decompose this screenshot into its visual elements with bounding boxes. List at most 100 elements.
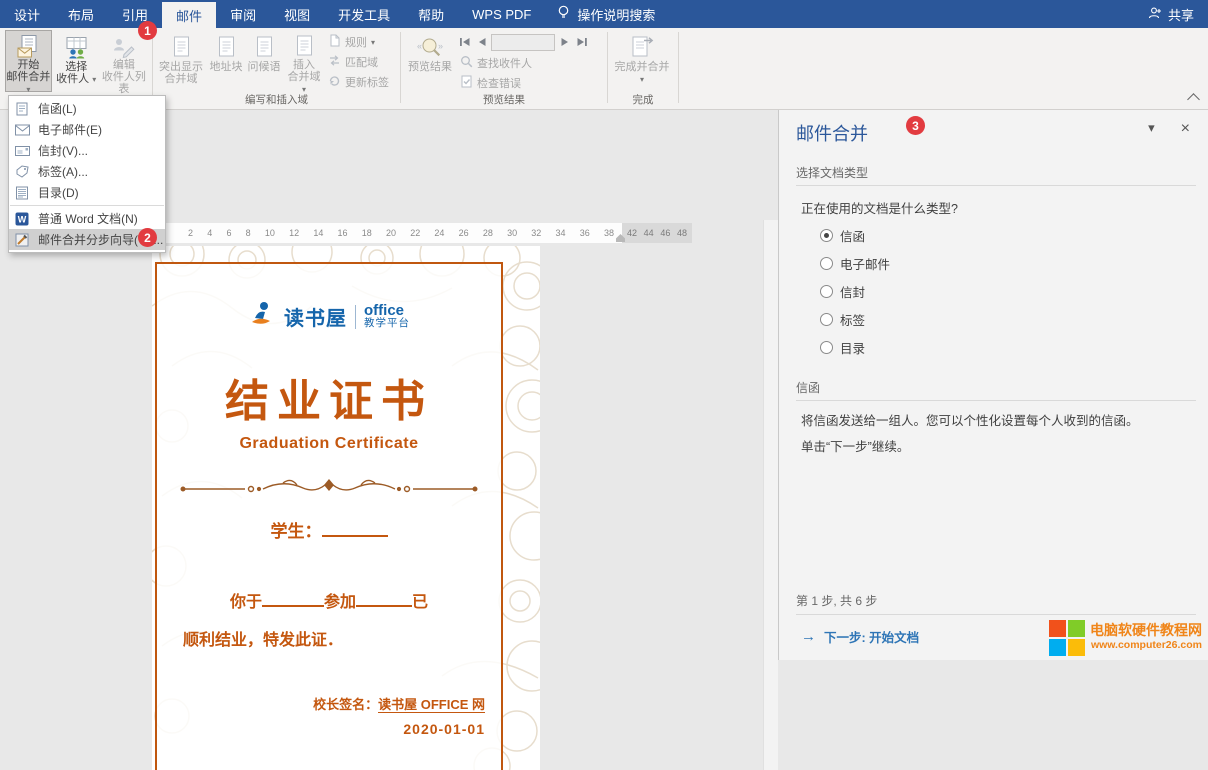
pane-close-icon[interactable]: × (1181, 120, 1190, 138)
find-recipient-button[interactable]: 查找收件人 (457, 53, 589, 73)
edit-recipient-list-button[interactable]: 编辑 收件人列表 (98, 30, 150, 92)
ruler-number: 24 (434, 228, 444, 238)
start-mail-merge-button[interactable]: 开始 邮件合并 ▾ (5, 30, 52, 92)
document-page[interactable]: 读书屋 office 教学平台 结业证书 Graduation Certific… (152, 246, 540, 770)
menu-item-letters[interactable]: 信函(L) (9, 98, 165, 119)
finish-merge-button[interactable]: 完成并合并 ▾ (613, 30, 671, 92)
last-record-button[interactable] (574, 34, 589, 50)
tab-view[interactable]: 视图 (270, 0, 324, 28)
tab-mailings[interactable]: 邮件 (162, 2, 216, 28)
ruler-number: 38 (604, 228, 614, 238)
update-labels-label: 更新标签 (345, 74, 389, 90)
insert-merge-field-label: 插入 (293, 59, 315, 71)
tab-layout[interactable]: 布局 (54, 0, 108, 28)
menu-separator (10, 205, 164, 206)
student-label: 学生： (271, 522, 322, 541)
ruler-number: 6 (226, 228, 231, 238)
brand-name: 读书屋 (284, 302, 347, 331)
radio-option-labels[interactable]: 标签 (820, 310, 1196, 329)
brand-office: office (364, 305, 410, 317)
share-button[interactable]: 共享 (1148, 0, 1194, 28)
radio-button (820, 257, 833, 270)
address-block-button[interactable]: 地址块 (207, 30, 245, 92)
menu-item-normal-word-document[interactable]: W 普通 Word 文档(N) (9, 208, 165, 229)
lightbulb-icon (557, 5, 570, 23)
start-mail-merge-icon (16, 34, 41, 59)
tab-developer[interactable]: 开发工具 (324, 0, 404, 28)
radio-button (820, 341, 833, 354)
pane-options-chevron-icon[interactable]: ▾ (1148, 120, 1155, 138)
certificate-subtitle: Graduation Certificate (155, 435, 503, 453)
radio-option-letters[interactable]: 信函 (820, 226, 1196, 245)
letter-icon (14, 101, 30, 117)
record-number-input[interactable] (491, 34, 555, 51)
menu-item-envelopes[interactable]: 信封(V)... (9, 140, 165, 161)
wizard-step-indicator: 第 1 步, 共 6 步 (796, 592, 1196, 615)
rules-icon (328, 34, 341, 50)
labels-icon (14, 164, 30, 180)
certificate-date: 2020-01-01 (155, 721, 503, 737)
wizard-icon (14, 232, 30, 248)
watermark-url: www.computer26.com (1090, 638, 1202, 653)
tell-me-search[interactable]: 操作说明搜索 (545, 0, 667, 28)
greeting-line-button[interactable]: 问候语 (245, 30, 283, 92)
ruler-number: 34 (556, 228, 566, 238)
rules-label: 规则 (345, 34, 367, 50)
tab-design[interactable]: 设计 (0, 0, 54, 28)
ruler-number: 48 (677, 228, 687, 238)
select-recipients-button[interactable]: 选择 收件人 ▾ (55, 30, 98, 92)
word-icon: W (14, 211, 30, 227)
preview-results-button[interactable]: «» 预览结果 (403, 30, 457, 92)
vertical-scrollbar[interactable] (763, 220, 778, 770)
group-write-insert-fields: 突出显示 合并域 地址块 问候语 插入 合并域 ▾ (155, 28, 398, 109)
menu-item-directory[interactable]: 目录(D) (9, 182, 165, 203)
ruler-number: 28 (483, 228, 493, 238)
next-record-button[interactable] (557, 34, 572, 50)
arrow-right-icon: → (801, 628, 816, 645)
group-label-preview: 预览结果 (403, 92, 605, 106)
ruler-number: 14 (313, 228, 323, 238)
ribbon: 开始 邮件合并 ▾ 选择 收件人 ▾ 编辑 收件人列表 (0, 28, 1208, 110)
watermark-title: 电脑软硬件教程网 (1090, 623, 1202, 638)
letters-description-1: 将信函发送给一组人。您可以个性化设置每个人收到的信函。 (801, 413, 1196, 430)
student-line: 学生： (155, 517, 503, 542)
ruler-number: 42 (627, 228, 637, 238)
tab-review[interactable]: 审阅 (216, 0, 270, 28)
tab-wps-pdf[interactable]: WPS PDF (458, 0, 545, 28)
dropdown-caret: ▾ (92, 75, 96, 84)
find-recipient-label: 查找收件人 (477, 55, 532, 71)
highlight-merge-fields-button[interactable]: 突出显示 合并域 (155, 30, 207, 92)
ruler-number: 2 (188, 228, 193, 238)
ruler-scale-margin: 42444648 (622, 223, 692, 243)
radio-option-envelopes[interactable]: 信封 (820, 282, 1196, 301)
directory-icon (14, 185, 30, 201)
ruler-number: 20 (386, 228, 396, 238)
preview-results-icon: «» (417, 34, 444, 61)
group-label-write-insert: 编写和插入域 (155, 92, 398, 106)
match-fields-label: 匹配域 (345, 54, 378, 70)
dropdown-caret: ▾ (371, 38, 375, 47)
update-labels-button[interactable]: 更新标签 (325, 72, 392, 92)
ruler-number: 10 (265, 228, 275, 238)
signature-line: 校长签名：读书屋 OFFICE 网 (155, 694, 503, 713)
radio-option-directory[interactable]: 目录 (820, 338, 1196, 357)
check-errors-button[interactable]: 检查错误 (457, 73, 589, 93)
previous-record-button[interactable] (474, 34, 489, 50)
highlight-merge-fields-icon (170, 34, 193, 61)
radio-option-email[interactable]: 电子邮件 (820, 254, 1196, 273)
radio-button (820, 229, 833, 242)
menu-item-labels[interactable]: 标签(A)... (9, 161, 165, 182)
start-mail-merge-label: 开始 (17, 59, 39, 71)
insert-merge-field-button[interactable]: 插入 合并域 ▾ (283, 30, 325, 92)
share-label: 共享 (1168, 5, 1194, 24)
rules-button[interactable]: 规则 ▾ (325, 32, 392, 52)
address-block-label: 地址块 (210, 61, 243, 73)
first-record-button[interactable] (457, 34, 472, 50)
radio-button (820, 313, 833, 326)
annotation-badge-2: 2 (138, 228, 157, 247)
ruler-number: 30 (507, 228, 517, 238)
document-type-question: 正在使用的文档是什么类型? (801, 198, 1196, 217)
tab-help[interactable]: 帮助 (404, 0, 458, 28)
menu-item-email[interactable]: 电子邮件(E) (9, 119, 165, 140)
match-fields-button[interactable]: 匹配域 (325, 52, 392, 72)
